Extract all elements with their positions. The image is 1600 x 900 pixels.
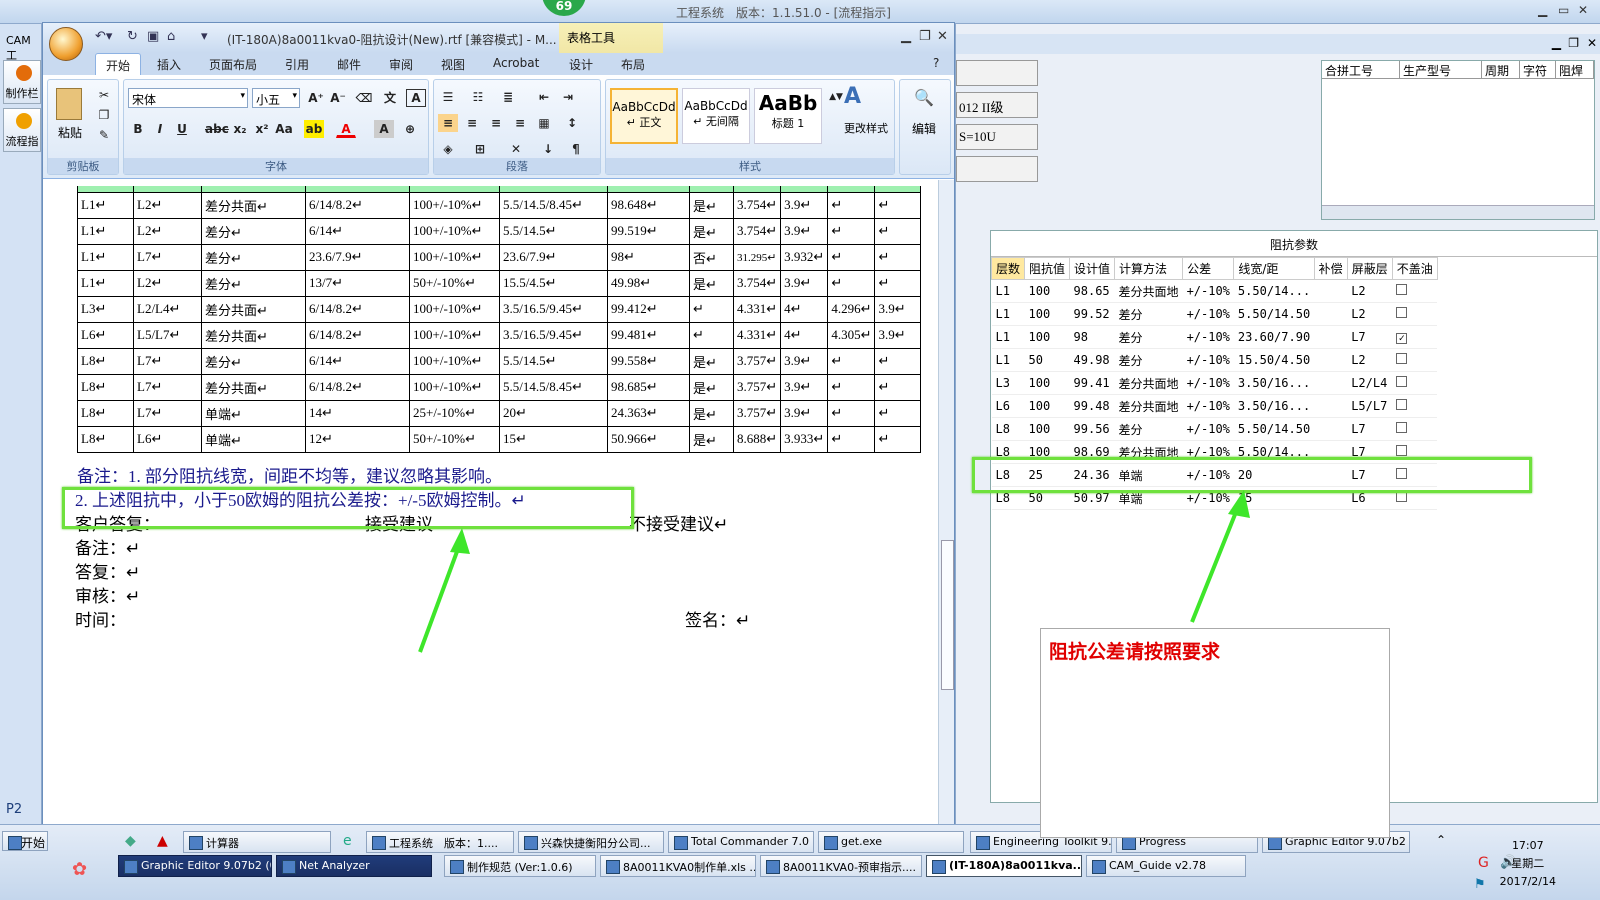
annotation-arrows — [418, 490, 1250, 653]
arrow-head-left — [450, 528, 470, 554]
arrow-line-right — [1190, 501, 1242, 623]
arrow-line-left — [418, 537, 464, 653]
arrow-head-right — [1228, 490, 1250, 518]
